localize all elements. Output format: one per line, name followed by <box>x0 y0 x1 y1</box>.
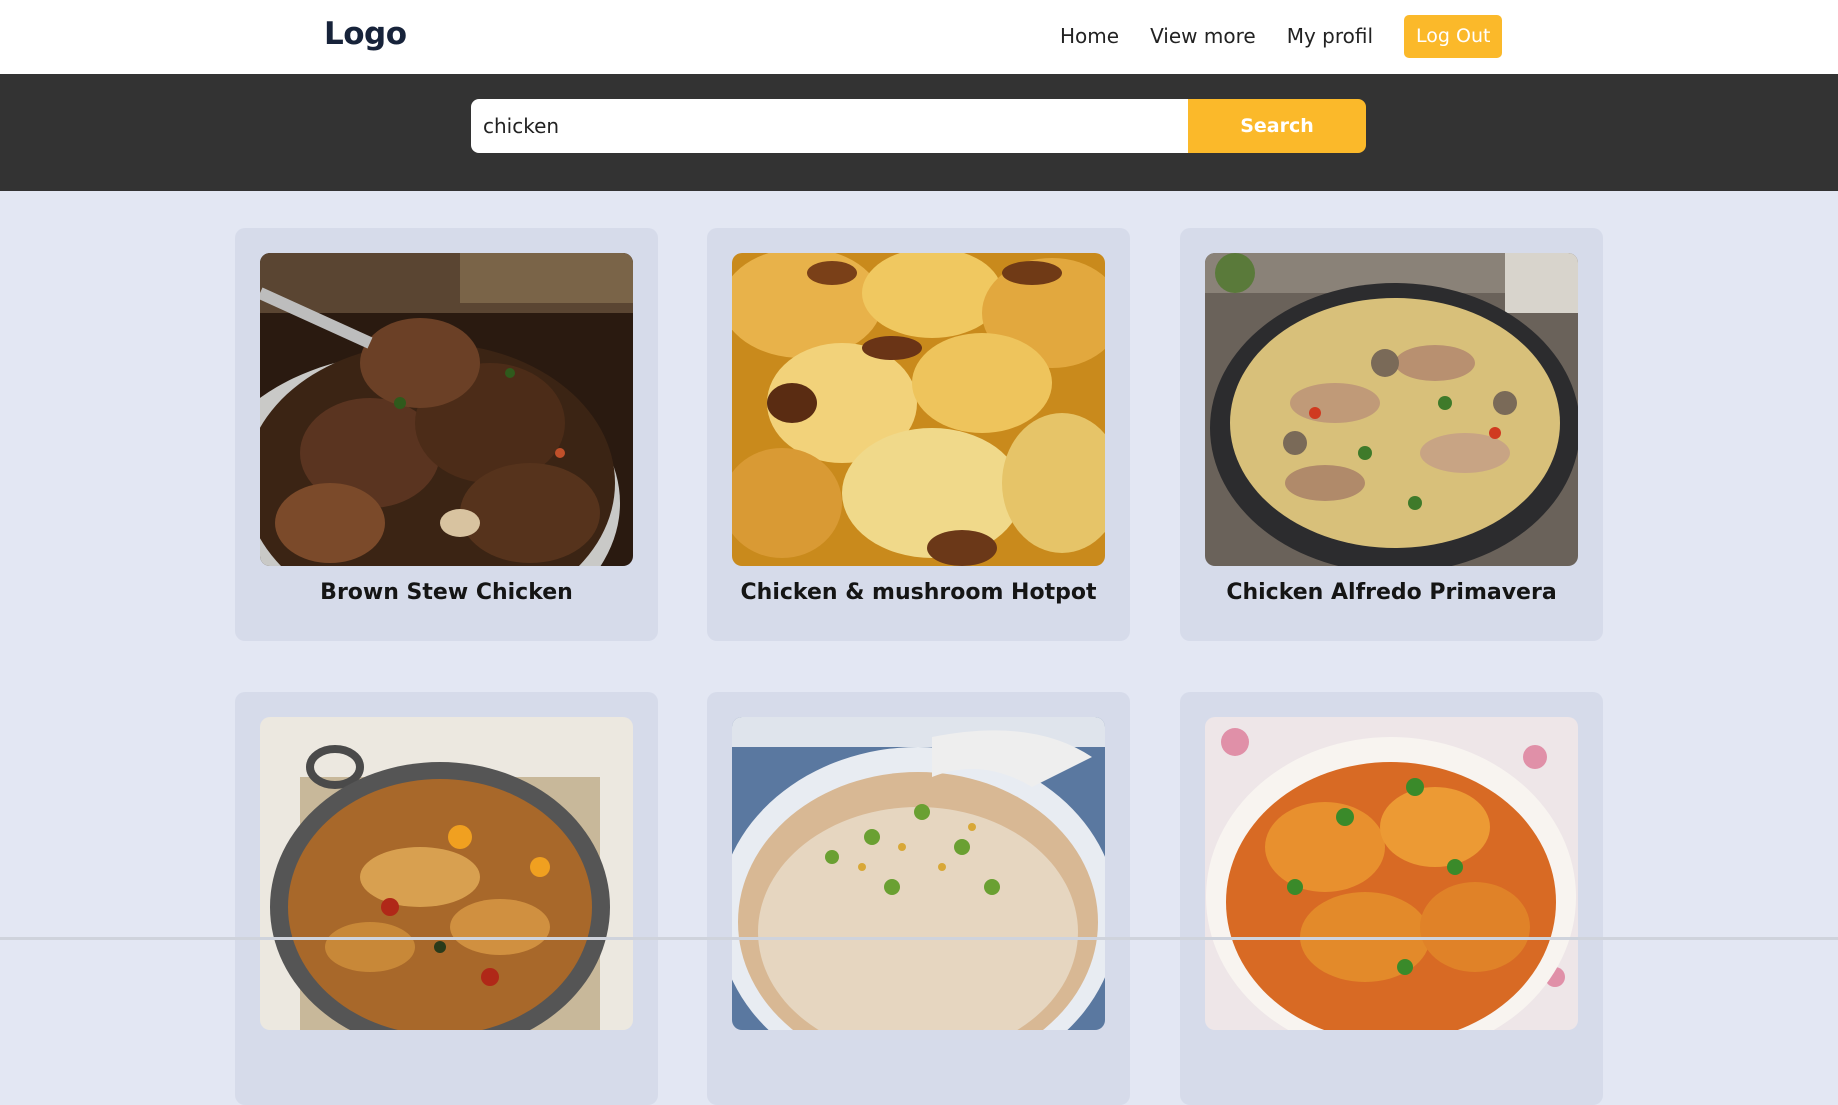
recipe-card[interactable] <box>1180 692 1603 1105</box>
recipe-card[interactable]: Brown Stew Chicken <box>235 228 658 641</box>
recipe-title[interactable]: Brown Stew Chicken <box>235 580 658 605</box>
chicken-curry-photo[interactable] <box>1205 717 1578 1030</box>
nav-view-more-link[interactable]: View more <box>1150 24 1256 48</box>
chicken-mushroom-hotpot-photo[interactable] <box>732 253 1105 566</box>
recipe-card[interactable] <box>235 692 658 1105</box>
search-button[interactable]: Search <box>1188 99 1366 153</box>
nav-my-profil-link[interactable]: My profil <box>1287 24 1373 48</box>
nav-links: Home View more My profil Log Out <box>1060 14 1503 58</box>
recipe-card[interactable]: Chicken Alfredo Primavera <box>1180 228 1603 641</box>
logout-button[interactable]: Log Out <box>1404 14 1503 58</box>
search-band: Search <box>0 74 1838 191</box>
site-logo[interactable]: Logo <box>324 16 407 52</box>
recipe-card[interactable]: Chicken & mushroom Hotpot <box>707 228 1130 641</box>
search-input[interactable] <box>471 99 1188 153</box>
brown-stew-chicken-photo[interactable] <box>260 253 633 566</box>
recipe-title[interactable]: Chicken Alfredo Primavera <box>1180 580 1603 605</box>
chicken-casserole-photo[interactable] <box>260 717 633 1030</box>
recipe-title[interactable]: Chicken & mushroom Hotpot <box>707 580 1130 605</box>
recipe-card[interactable] <box>707 692 1130 1105</box>
nav-home-link[interactable]: Home <box>1060 24 1119 48</box>
chicken-alfredo-primavera-photo[interactable] <box>1205 253 1578 566</box>
chicken-congee-photo[interactable] <box>732 717 1105 1030</box>
top-navbar: Logo Home View more My profil Log Out <box>0 0 1838 74</box>
